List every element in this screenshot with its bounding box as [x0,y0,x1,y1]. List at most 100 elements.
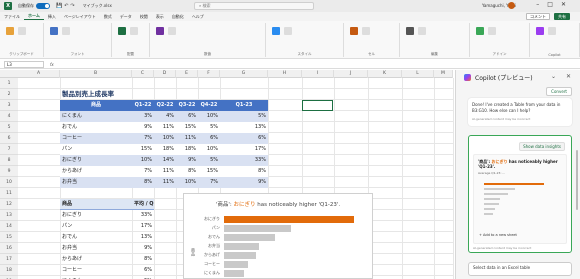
table-header-cell[interactable]: Q1-23 [220,100,268,111]
pivot-cell[interactable]: コーヒー [60,265,132,276]
chart-bar[interactable] [224,234,275,241]
table-cell[interactable]: 15% [176,122,198,133]
table-cell[interactable]: 7% [132,166,154,177]
pivot-cell[interactable]: おでん [60,232,132,243]
table-cell[interactable]: 6% [198,133,220,144]
table-cell[interactable]: 5% [220,111,268,122]
pivot-cell[interactable]: からあげ [60,254,132,265]
table-cell[interactable]: おにぎり [60,155,132,166]
table-cell[interactable]: からあげ [60,166,132,177]
table-cell[interactable]: 11% [154,177,176,188]
ribbon-tool-icon[interactable] [548,27,556,35]
insight-chart[interactable]: '商品': おにぎり has noticeably higher 'Q1-23'… [183,193,373,279]
menu-item-2[interactable]: 挿入 [44,14,60,20]
ribbon-tool-icon[interactable] [284,27,292,35]
window-controls[interactable]: –□✕ [536,1,574,8]
table-title[interactable]: 製品別売上成長率 [60,89,180,100]
menu-item-7[interactable]: 表示 [152,14,168,20]
chart-bar[interactable] [224,216,354,223]
row-header-1[interactable]: 1 [0,78,18,89]
menu-item-9[interactable]: ヘルプ [188,14,208,20]
ribbon-tool-icon[interactable] [18,27,26,35]
row-header-12[interactable]: 12 [0,199,18,210]
row-header-13[interactable]: 13 [0,210,18,221]
table-cell[interactable]: 11% [154,122,176,133]
table-cell[interactable]: 11% [154,166,176,177]
pivot-cell[interactable]: パン [60,221,132,232]
table-cell[interactable]: 15% [132,144,154,155]
copilot-prompt-area[interactable]: Select data in an Excel table [468,262,572,276]
ribbon-tool-icon[interactable] [406,27,414,35]
menu-item-8[interactable]: 自動化 [168,14,188,20]
row-header-2[interactable]: 2 [0,89,18,100]
pivot-cell[interactable]: お弁当 [60,243,132,254]
quick-access-icons[interactable]: 💾↶↷ [56,3,77,9]
pivot-cell[interactable]: 17% [132,221,154,232]
menu-item-5[interactable]: データ [116,14,136,20]
table-cell[interactable]: 8% [132,177,154,188]
table-cell[interactable]: 9% [176,155,198,166]
ribbon-tool-icon[interactable] [476,27,484,35]
search-input[interactable]: ⌕ 検索 [194,2,314,10]
show-insights-button[interactable]: Show data insights [519,142,565,151]
ribbon-tool-icon[interactable] [50,27,58,35]
fx-icon[interactable]: fx [50,62,54,67]
copilot-scrollbar[interactable] [576,150,578,210]
row-header-16[interactable]: 16 [0,243,18,254]
column-header-i[interactable]: I [302,70,334,78]
add-to-sheet-link[interactable]: + Add to a new sheet [479,233,517,237]
table-cell[interactable]: 7% [132,133,154,144]
ribbon-tool-icon[interactable] [362,27,370,35]
ribbon-tool-icon[interactable] [272,27,280,35]
column-header-g[interactable]: G [220,70,268,78]
ribbon-tool-icon[interactable] [6,27,14,35]
ribbon-tool-icon[interactable] [156,27,164,35]
row-header-3[interactable]: 3 [0,100,18,111]
row-header-5[interactable]: 5 [0,122,18,133]
table-header-cell[interactable]: Q2-22 [154,100,176,111]
table-cell[interactable]: お弁当 [60,177,132,188]
table-cell[interactable]: 11% [176,133,198,144]
file-name[interactable]: マイブック.xlsx [83,3,112,9]
menu-item-4[interactable]: 数式 [100,14,116,20]
column-header-e[interactable]: E [176,70,198,78]
table-cell[interactable]: 18% [154,144,176,155]
share-button[interactable]: 共有 [554,13,570,20]
table-cell[interactable]: 9% [132,122,154,133]
table-header-cell[interactable]: Q1-22 [132,100,154,111]
table-cell[interactable]: 10% [198,111,220,122]
pivot-cell[interactable]: 8% [132,254,154,265]
column-header-b[interactable]: B [60,70,132,78]
pivot-cell[interactable]: おにぎり [60,210,132,221]
table-cell[interactable]: 33% [220,155,268,166]
menu-item-3[interactable]: ページレイアウト [60,14,100,20]
pivot-cell[interactable]: 9% [132,243,154,254]
column-header-f[interactable]: F [198,70,220,78]
row-header-8[interactable]: 8 [0,155,18,166]
name-box[interactable]: L3 [4,60,44,68]
table-cell[interactable]: 8% [176,166,198,177]
table-cell[interactable]: 10% [132,155,154,166]
row-header-9[interactable]: 9 [0,166,18,177]
ribbon-tool-icon[interactable] [488,27,496,35]
table-cell[interactable]: 10% [154,133,176,144]
pivot-cell[interactable]: 6% [132,265,154,276]
table-cell[interactable]: 5% [198,155,220,166]
avatar[interactable] [508,2,515,9]
column-header-k[interactable]: K [368,70,402,78]
pivot-cell[interactable]: 33% [132,210,154,221]
ribbon-tool-icon[interactable] [350,27,358,35]
table-cell[interactable]: 4% [154,111,176,122]
pivot-header-cell[interactable]: 商品 [60,199,132,210]
row-header-7[interactable]: 7 [0,144,18,155]
column-header-c[interactable]: C [132,70,154,78]
table-cell[interactable]: 5% [198,122,220,133]
convert-button[interactable]: Convert [546,87,572,96]
row-header-17[interactable]: 17 [0,254,18,265]
menu-item-6[interactable]: 校閲 [136,14,152,20]
row-header-6[interactable]: 6 [0,133,18,144]
chart-bar[interactable] [224,225,291,232]
pivot-cell[interactable]: 13% [132,232,154,243]
column-header-l[interactable]: L [402,70,434,78]
table-cell[interactable]: 7% [198,177,220,188]
